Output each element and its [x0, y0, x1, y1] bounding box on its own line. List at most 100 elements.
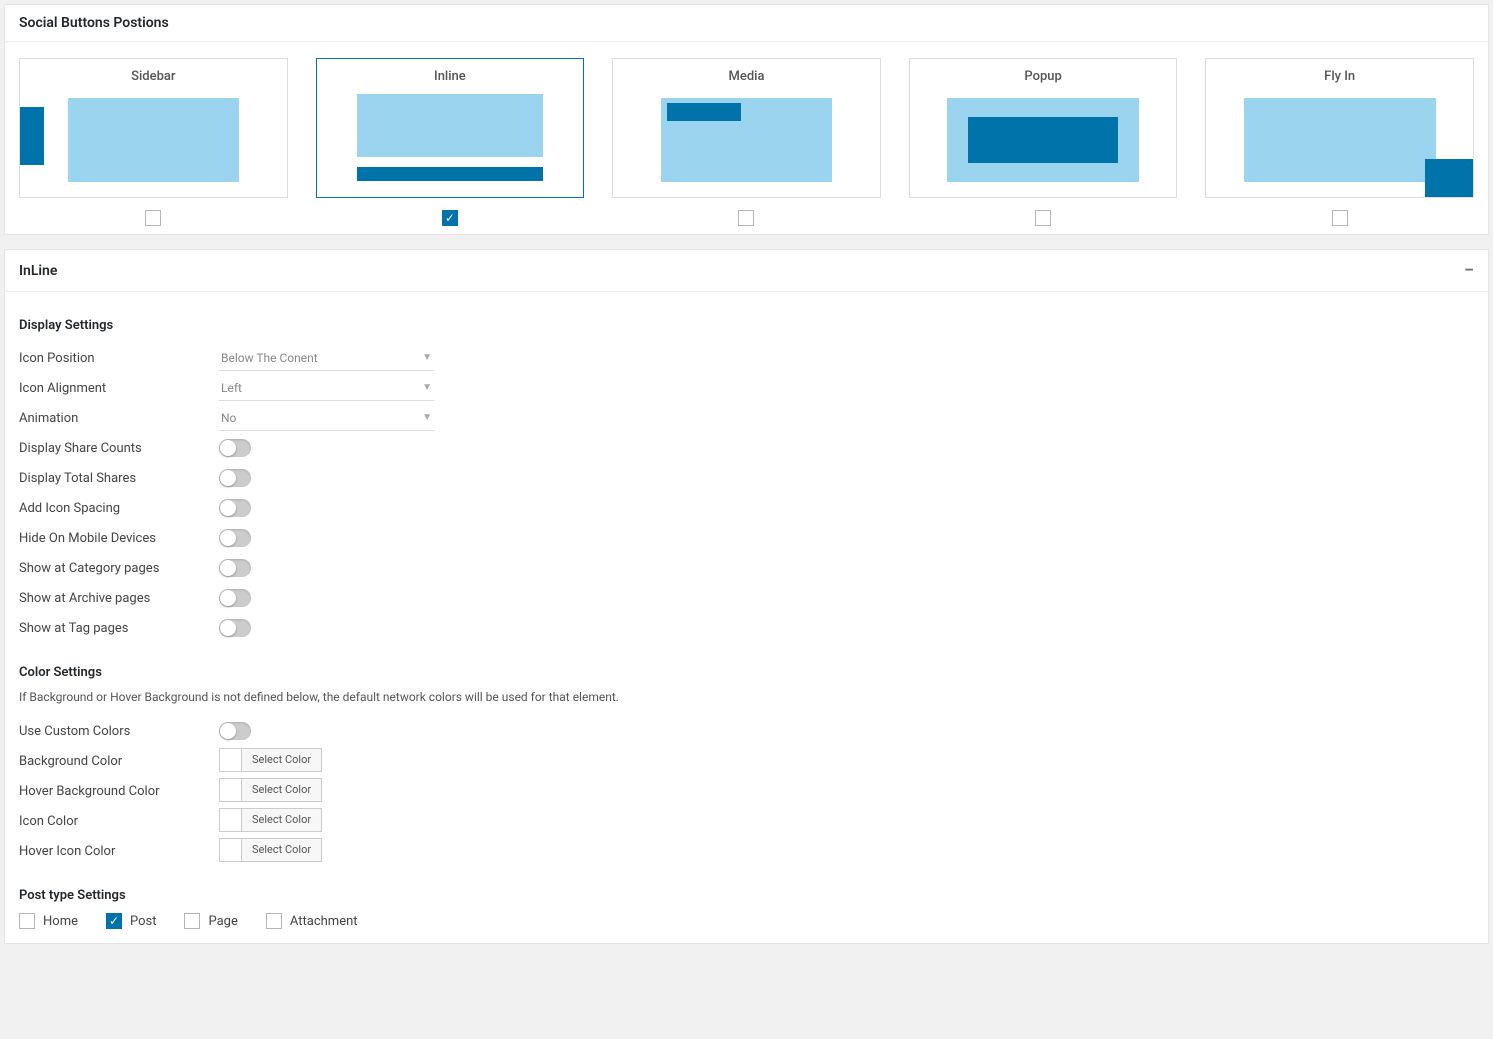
row-hide-on-mobile: Hide On Mobile Devices — [19, 523, 1474, 553]
row-use-custom-colors: Use Custom Colors — [19, 716, 1474, 746]
position-checkbox-media[interactable] — [738, 210, 754, 226]
inline-panel-body: Display Settings Icon Position Below The… — [5, 292, 1488, 943]
row-display-total-shares: Display Total Shares — [19, 463, 1474, 493]
select-color-button-background[interactable]: Select Color — [219, 748, 322, 772]
color-label: Background Color — [19, 754, 219, 769]
position-preview — [20, 92, 287, 197]
color-label: Hover Icon Color — [19, 844, 219, 859]
position-preview — [1206, 92, 1473, 197]
toggle-display-total-shares[interactable] — [219, 469, 251, 487]
toggle-hide-on-mobile[interactable] — [219, 529, 251, 547]
row-animation: Animation No ▼ — [19, 403, 1474, 433]
select-animation[interactable]: No ▼ — [219, 406, 434, 431]
positions-panel-header: Social Buttons Postions — [5, 5, 1488, 42]
row-show-archive: Show at Archive pages — [19, 583, 1474, 613]
select-color-button-hover-icon[interactable]: Select Color — [219, 838, 322, 862]
toggle-show-tag[interactable] — [219, 619, 251, 637]
position-card-popup[interactable]: Popup — [909, 58, 1178, 198]
position-preview — [910, 92, 1177, 197]
position-label: Popup — [1024, 59, 1061, 92]
select-color-label: Select Color — [242, 813, 321, 826]
position-checkbox-inline[interactable] — [442, 210, 458, 226]
position-option-inline: Inline — [316, 58, 585, 226]
toggle-use-custom-colors[interactable] — [219, 722, 251, 740]
position-checkbox-popup[interactable] — [1035, 210, 1051, 226]
row-show-category: Show at Category pages — [19, 553, 1474, 583]
row-hover-icon-color: Hover Icon Color Select Color — [19, 836, 1474, 866]
chevron-down-icon: ▼ — [422, 412, 432, 423]
post-type-label: Post — [130, 914, 157, 929]
position-option-flyin: Fly In — [1205, 58, 1474, 226]
post-type-item-home: Home — [19, 913, 78, 929]
post-type-label: Attachment — [290, 914, 358, 929]
label-animation: Animation — [19, 411, 219, 426]
row-show-tag: Show at Tag pages — [19, 613, 1474, 643]
toggle-label: Hide On Mobile Devices — [19, 531, 219, 546]
row-icon-position: Icon Position Below The Conent ▼ — [19, 343, 1474, 373]
toggle-label: Show at Archive pages — [19, 591, 219, 606]
position-card-media[interactable]: Media — [612, 58, 881, 198]
position-label: Fly In — [1324, 59, 1355, 92]
color-label: Hover Background Color — [19, 784, 219, 799]
toggle-add-icon-spacing[interactable] — [219, 499, 251, 517]
post-type-label: Page — [208, 914, 237, 929]
chevron-down-icon: ▼ — [422, 352, 432, 363]
inline-panel-header[interactable]: InLine − — [5, 250, 1488, 292]
position-card-flyin[interactable]: Fly In — [1205, 58, 1474, 198]
color-label: Icon Color — [19, 814, 219, 829]
select-color-label: Select Color — [242, 753, 321, 766]
color-swatch — [220, 779, 242, 801]
color-settings-title: Color Settings — [19, 665, 1474, 680]
color-swatch — [220, 839, 242, 861]
select-value: No — [221, 411, 236, 425]
position-card-sidebar[interactable]: Sidebar — [19, 58, 288, 198]
position-label: Sidebar — [131, 59, 175, 92]
position-label: Inline — [434, 59, 466, 92]
position-option-sidebar: Sidebar — [19, 58, 288, 226]
post-type-item-attachment: Attachment — [266, 913, 358, 929]
checkbox-post[interactable] — [106, 913, 122, 929]
row-background-color: Background Color Select Color — [19, 746, 1474, 776]
inline-panel-title: InLine — [19, 263, 57, 279]
post-type-item-page: Page — [184, 913, 237, 929]
toggle-label: Show at Category pages — [19, 561, 219, 576]
chevron-down-icon: ▼ — [422, 382, 432, 393]
toggle-label: Use Custom Colors — [19, 724, 219, 739]
position-preview — [613, 92, 880, 197]
toggle-label: Display Share Counts — [19, 441, 219, 456]
collapse-icon[interactable]: − — [1464, 260, 1474, 281]
checkbox-home[interactable] — [19, 913, 35, 929]
row-icon-alignment: Icon Alignment Left ▼ — [19, 373, 1474, 403]
toggle-label: Show at Tag pages — [19, 621, 219, 636]
select-value: Below The Conent — [221, 351, 318, 365]
toggle-display-share-counts[interactable] — [219, 439, 251, 457]
display-settings-title: Display Settings — [19, 318, 1474, 333]
position-checkbox-flyin[interactable] — [1332, 210, 1348, 226]
row-icon-color: Icon Color Select Color — [19, 806, 1474, 836]
position-preview — [317, 92, 584, 197]
positions-row: Sidebar Inline Media — [5, 42, 1488, 234]
inline-panel: InLine − Display Settings Icon Position … — [4, 249, 1489, 944]
position-label: Media — [728, 59, 764, 92]
color-swatch — [220, 749, 242, 771]
row-hover-background-color: Hover Background Color Select Color — [19, 776, 1474, 806]
position-checkbox-sidebar[interactable] — [145, 210, 161, 226]
select-icon-alignment[interactable]: Left ▼ — [219, 376, 434, 401]
toggle-show-category[interactable] — [219, 559, 251, 577]
post-type-row: Home Post Page Attachment — [19, 913, 1474, 929]
select-color-label: Select Color — [242, 843, 321, 856]
position-option-popup: Popup — [909, 58, 1178, 226]
select-color-button-icon[interactable]: Select Color — [219, 808, 322, 832]
row-display-share-counts: Display Share Counts — [19, 433, 1474, 463]
select-color-label: Select Color — [242, 783, 321, 796]
color-settings-desc: If Background or Hover Background is not… — [19, 690, 1474, 704]
toggle-show-archive[interactable] — [219, 589, 251, 607]
checkbox-attachment[interactable] — [266, 913, 282, 929]
select-icon-position[interactable]: Below The Conent ▼ — [219, 346, 434, 371]
position-option-media: Media — [612, 58, 881, 226]
position-card-inline[interactable]: Inline — [316, 58, 585, 198]
toggle-label: Display Total Shares — [19, 471, 219, 486]
checkbox-page[interactable] — [184, 913, 200, 929]
label-icon-alignment: Icon Alignment — [19, 381, 219, 396]
select-color-button-hover-background[interactable]: Select Color — [219, 778, 322, 802]
